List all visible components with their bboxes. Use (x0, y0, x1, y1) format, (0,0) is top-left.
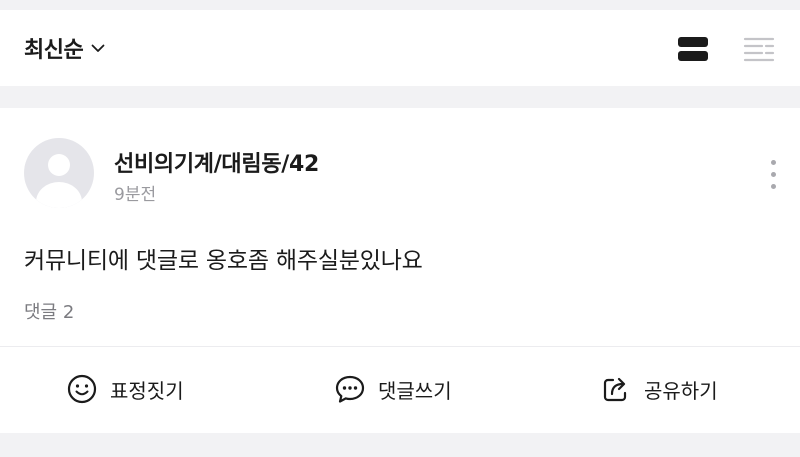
react-button[interactable]: 표정짓기 (66, 369, 184, 409)
author-name[interactable]: 선비의기계/대림동/42 (114, 146, 319, 178)
smile-icon (67, 374, 97, 404)
comment-count[interactable]: 댓글 2 (24, 298, 74, 324)
react-label: 표정짓기 (110, 378, 184, 403)
avatar-body (36, 182, 82, 208)
share-button[interactable]: 공유하기 (600, 369, 718, 409)
sort-label: 최신순 (24, 38, 84, 63)
share-label: 공유하기 (644, 378, 718, 403)
bottom-strip (0, 433, 800, 457)
post-card: 선비의기계/대림동/42 9분전 커뮤니티에 댓글로 옹호좀 해주실분있나요 댓… (0, 108, 800, 346)
section-gap (0, 86, 800, 108)
top-strip (0, 0, 800, 10)
comment-label: 댓글쓰기 (378, 378, 452, 403)
avatar[interactable] (24, 138, 94, 208)
avatar-head (48, 154, 70, 176)
action-bar: 표정짓기 댓글쓰기 공유하기 (0, 347, 800, 433)
share-icon (603, 377, 627, 402)
post-content[interactable]: 커뮤니티에 댓글로 옹호좀 해주실분있나요 (24, 241, 423, 275)
comment-button[interactable]: 댓글쓰기 (334, 369, 452, 409)
sort-dropdown[interactable]: 최신순 (24, 32, 105, 64)
card-view-icon[interactable] (676, 36, 710, 62)
post-time: 9분전 (114, 185, 157, 205)
chat-bubble-icon (335, 375, 365, 403)
more-options-icon[interactable] (762, 158, 784, 192)
list-view-icon[interactable] (742, 36, 776, 62)
chevron-down-icon (91, 44, 105, 52)
sort-bar: 최신순 (0, 10, 800, 86)
